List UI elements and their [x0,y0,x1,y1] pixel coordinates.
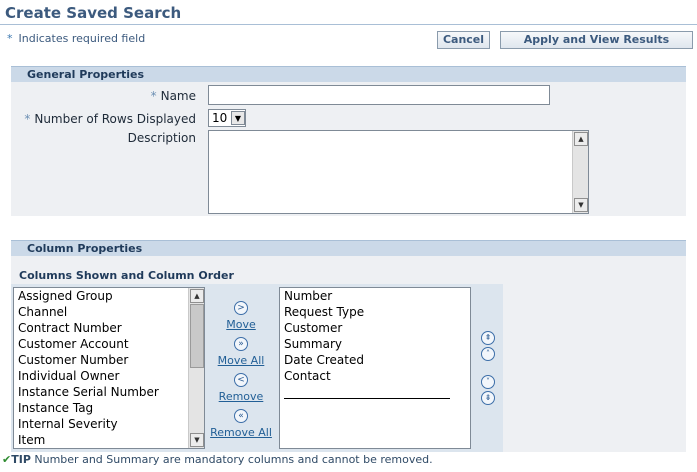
scroll-up-icon[interactable]: ▲ [190,289,204,303]
general-properties-header: General Properties [11,66,686,82]
description-label: Description [127,131,196,145]
list-item[interactable]: Channel [18,305,67,319]
name-input[interactable] [208,85,550,105]
list-item[interactable]: Instance Tag [18,401,93,415]
rows-required-star: * [24,112,31,126]
required-note-text: Indicates required field [18,32,146,45]
required-note: * Indicates required field [7,32,145,45]
title-divider [0,24,697,25]
rows-label-text: Number of Rows Displayed [34,112,196,126]
description-scrollbar[interactable]: ▲ ▼ [572,131,588,213]
apply-and-view-results-button[interactable]: Apply and View Results [500,31,693,49]
rows-label: * Number of Rows Displayed [20,112,196,126]
check-icon: ✔ [2,453,12,466]
name-label: * Name [100,89,196,103]
available-list-scrollbar[interactable]: ▲ ▼ [188,288,204,448]
list-item[interactable]: Summary [284,337,342,351]
move-bottom-icon[interactable]: ⇟ [481,391,495,405]
list-item[interactable]: Contact [284,369,331,383]
move-icon[interactable]: > [234,301,248,315]
column-properties-header: Column Properties [11,240,686,256]
tip-label: TIP [11,453,31,466]
list-item[interactable]: Internal Severity [18,417,118,431]
description-textarea[interactable]: ▲ ▼ [208,130,589,214]
list-item[interactable]: Customer [284,321,342,335]
chevron-down-icon[interactable]: ▼ [231,111,245,125]
list-item[interactable]: Customer Number [18,353,128,367]
list-item[interactable]: Item [18,433,45,447]
scroll-down-icon[interactable]: ▼ [190,433,204,447]
list-separator [284,398,450,399]
page-title: Create Saved Search [5,4,182,22]
list-item[interactable]: Individual Owner [18,369,119,383]
list-item[interactable]: Date Created [284,353,364,367]
tip-text: Number and Summary are mandatory columns… [34,453,433,466]
scroll-thumb[interactable] [190,304,204,368]
list-item[interactable]: Contract Number [18,321,122,335]
available-columns-list[interactable]: Assigned Group Channel Contract Number C… [13,287,205,449]
required-star: * [7,32,13,45]
move-all-icon[interactable]: » [234,337,248,351]
tip-note: ✔TIP Number and Summary are mandatory co… [2,453,433,466]
list-item[interactable]: Customer Account [18,337,129,351]
move-up-icon[interactable]: ˄ [481,347,495,361]
move-top-icon[interactable]: ⇞ [481,331,495,345]
name-label-text: Name [160,89,196,103]
name-required-star: * [150,89,157,103]
move-link[interactable]: Move [206,318,276,331]
selected-columns-list[interactable]: Number Request Type Customer Summary Dat… [279,287,471,449]
remove-all-icon[interactable]: « [234,409,248,423]
cancel-button[interactable]: Cancel [437,31,490,49]
list-item[interactable]: Assigned Group [18,289,113,303]
remove-link[interactable]: Remove [206,390,276,403]
rows-select[interactable]: 10 ▼ [208,109,246,127]
columns-subheader: Columns Shown and Column Order [19,269,234,282]
move-down-icon[interactable]: ˅ [481,375,495,389]
remove-icon[interactable]: < [234,373,248,387]
list-item[interactable]: Number [284,289,332,303]
scroll-down-icon[interactable]: ▼ [574,198,588,212]
list-item[interactable]: Request Type [284,305,364,319]
list-item[interactable]: Instance Serial Number [18,385,159,399]
rows-select-value: 10 [212,111,228,125]
remove-all-link[interactable]: Remove All [206,426,276,439]
scroll-up-icon[interactable]: ▲ [574,132,588,146]
move-all-link[interactable]: Move All [206,354,276,367]
